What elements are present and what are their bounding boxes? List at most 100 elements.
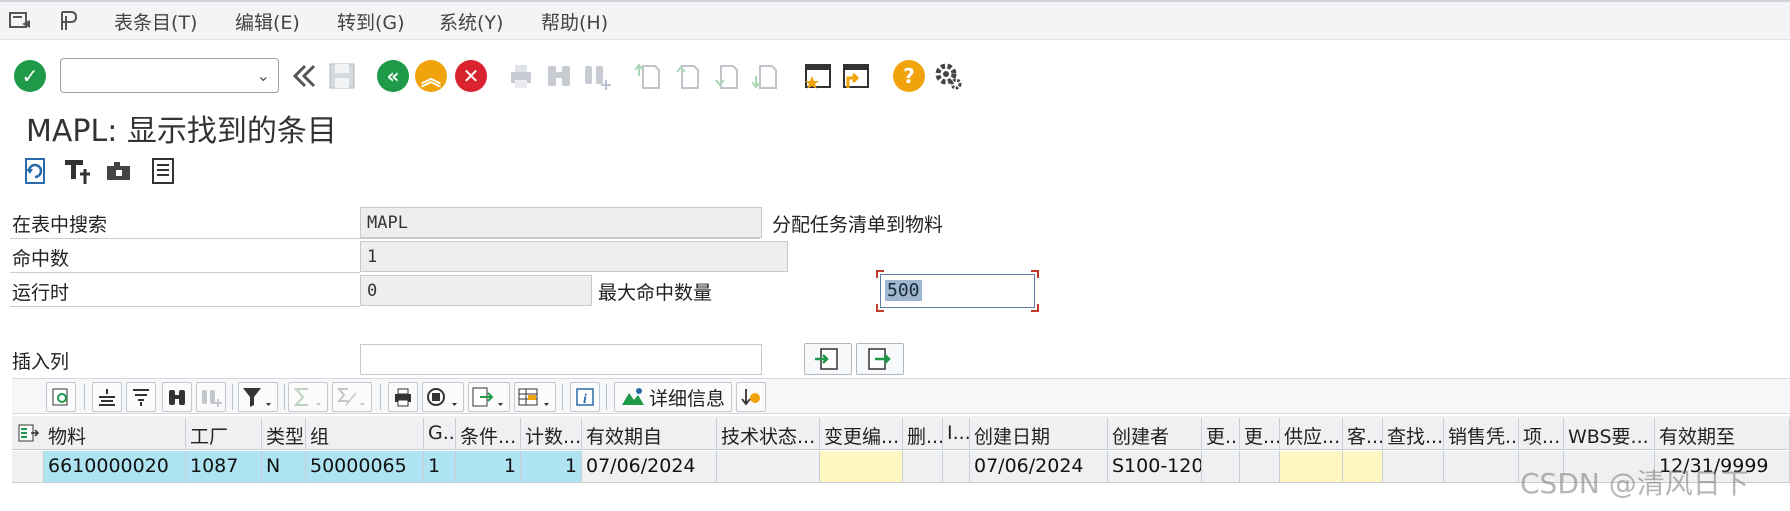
menu-system[interactable]: 系统(Y) [439,8,503,35]
menu-goto[interactable]: 转到(G) [337,8,405,35]
insert-column-label: 插入列 [12,351,70,373]
table-cell[interactable]: 50000065 [306,451,424,483]
column-header[interactable]: I... [943,418,970,450]
save-icon [329,63,355,89]
views-button[interactable] [422,382,464,412]
column-header[interactable]: 销售凭... [1444,418,1519,450]
detail-info-button[interactable]: 详细信息 [614,382,732,412]
table-cell[interactable]: N [262,451,306,483]
command-field[interactable]: ⌄ [60,58,279,93]
download-button[interactable] [736,382,766,412]
help-icon[interactable]: ? [893,60,925,92]
menu-help[interactable]: 帮助(H) [541,8,608,35]
menu-edit[interactable]: 编辑(E) [235,8,300,35]
insert-column-button[interactable] [804,343,852,375]
column-header[interactable]: 客... [1343,418,1383,450]
info-button[interactable]: i [570,382,600,412]
table-cell[interactable]: 07/06/2024 [970,451,1108,483]
column-header[interactable]: 变更编... [820,418,903,450]
exit-icon[interactable]: ︽ [415,60,447,92]
menu-toggle-icon[interactable] [8,10,32,32]
prev-page-icon [676,65,699,89]
search-table-label: 在表中搜索 [12,214,108,236]
table-cell[interactable] [1202,451,1240,483]
back-icon[interactable] [288,60,320,92]
table-cell[interactable]: 1087 [186,451,262,483]
cancel-icon[interactable]: ✕ [455,60,487,92]
row-selector[interactable] [12,451,44,483]
column-header[interactable]: 查找... [1383,418,1444,450]
export-button[interactable] [468,382,510,412]
column-header[interactable]: G... [424,418,456,450]
print-icon [511,65,531,88]
search-table-field: MAPL [360,207,762,238]
selection-criteria-icon[interactable] [62,156,92,186]
table-cell[interactable]: 6610000020 [44,451,186,483]
table-cell[interactable] [820,451,903,483]
table-cell[interactable] [1240,451,1280,483]
print-preview-button[interactable] [388,382,418,412]
max-hits-value: 500 [885,280,922,301]
layout-button[interactable] [514,382,556,412]
column-header[interactable]: 条件... [456,418,521,450]
table-cell[interactable] [943,451,970,483]
table-cell[interactable]: 07/06/2024 [582,451,717,483]
menu-table-entry[interactable]: 表条目(T) [114,8,197,35]
details-view-button[interactable] [46,382,76,412]
table-cell[interactable]: 1 [456,451,521,483]
column-header[interactable]: WBS要... [1564,418,1655,450]
runtime-field: 0 [360,275,592,306]
list-settings-icon[interactable] [148,156,178,186]
mountain-image-icon [621,388,644,405]
table-cell[interactable] [1383,451,1444,483]
sort-ascending-button[interactable] [92,382,122,412]
column-header[interactable]: 有效期自 [582,418,717,450]
column-header[interactable]: 删... [903,418,943,450]
toolbar-separator [232,384,233,410]
green-back-icon[interactable]: « [377,60,409,92]
column-header[interactable]: 物料 [44,418,186,450]
filter-button[interactable] [238,382,278,412]
select-all-icon[interactable] [12,418,44,450]
column-header[interactable]: 供应... [1280,418,1343,450]
column-header[interactable]: 项... [1519,418,1564,450]
sort-descending-button[interactable] [126,382,156,412]
table-cell[interactable] [1444,451,1519,483]
column-header[interactable]: 工厂 [186,418,262,450]
table-cell[interactable] [1280,451,1343,483]
remove-column-button[interactable] [856,343,904,375]
runtime-label: 运行时 [12,282,70,304]
column-header[interactable]: 组 [306,418,424,450]
find-next-icon [202,390,222,407]
customize-layout-icon[interactable] [56,10,80,32]
column-header[interactable]: 有效期至 [1655,418,1790,450]
download-icon [741,389,760,406]
shortcut-icon[interactable] [840,60,872,92]
column-header[interactable]: 更... [1240,418,1280,450]
table-cell[interactable]: S100-120 [1108,451,1202,483]
find-button[interactable] [162,382,192,412]
column-header[interactable]: 创建者 [1108,418,1202,450]
focus-corner [1031,270,1039,278]
search-table-desc: 分配任务清单到物料 [772,214,944,236]
enter-check-icon[interactable]: ✓ [14,60,46,92]
table-cell[interactable] [903,451,943,483]
table-cell[interactable] [1343,451,1383,483]
settings-gear-icon[interactable] [932,60,964,92]
column-header[interactable]: 更... [1202,418,1240,450]
column-header[interactable]: 技术状态... [717,418,820,450]
column-header[interactable]: 计数... [521,418,582,450]
total-button [288,382,328,412]
insert-column-input[interactable] [360,344,762,375]
refresh-icon[interactable] [20,156,50,186]
table-cell[interactable]: 1 [424,451,456,483]
column-header[interactable]: 类型 [262,418,306,450]
chevron-down-icon[interactable]: ⌄ [257,66,270,85]
sort-ascending-icon [99,389,115,406]
check-table-icon[interactable] [104,156,134,186]
column-header[interactable]: 创建日期 [970,418,1108,450]
max-hits-input[interactable]: 500 [880,274,1035,308]
table-cell[interactable] [717,451,820,483]
table-cell[interactable]: 1 [521,451,582,483]
create-session-icon[interactable] [802,60,834,92]
